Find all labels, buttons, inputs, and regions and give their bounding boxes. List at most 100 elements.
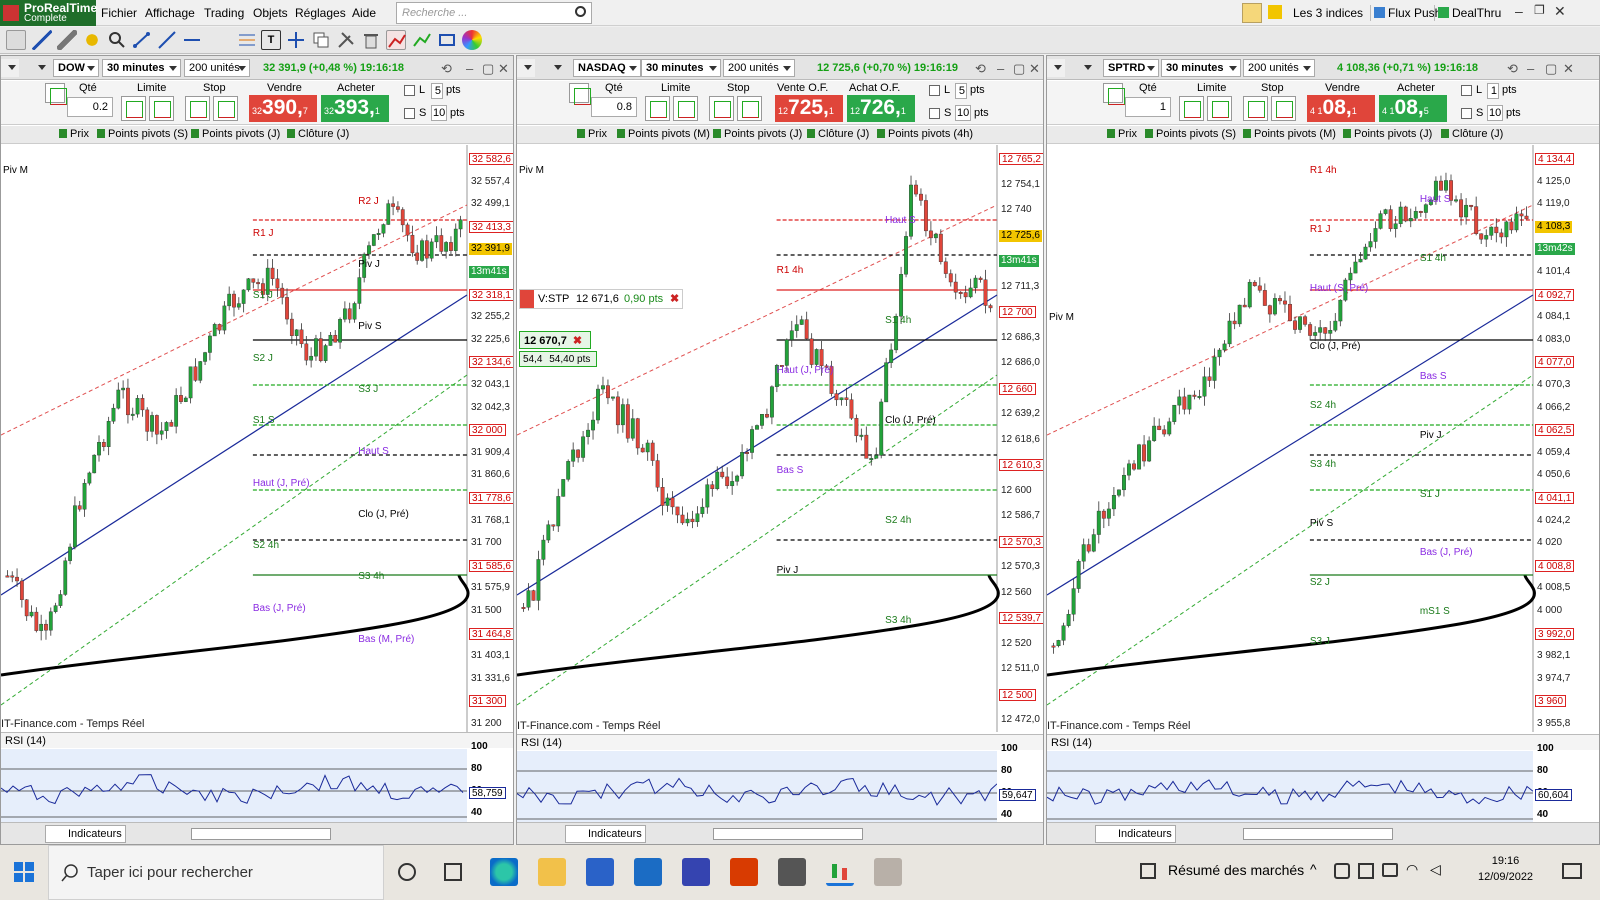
limit-sell-button[interactable] <box>149 96 174 121</box>
horizontal-line-icon[interactable] <box>182 30 202 50</box>
stop-sell-button[interactable] <box>1271 96 1296 121</box>
pts-l-input[interactable]: 5 <box>431 83 443 99</box>
indicator-pivots-4h[interactable]: Points pivots (4h) <box>877 128 973 140</box>
limit-buy-button[interactable] <box>121 96 146 121</box>
price-chart[interactable]: 32 582,6 32 557,4 32 499,1 32 413,3 32 391,9… <box>1 145 513 732</box>
sell-button[interactable]: 12725,1 <box>775 95 843 122</box>
system-clock[interactable]: 19:16 12/09/2022 <box>1478 855 1533 883</box>
hammer-icon[interactable] <box>1103 83 1125 105</box>
units-select[interactable]: 200 unités <box>184 59 250 77</box>
indices-menu[interactable]: Les 3 indices <box>1290 5 1366 21</box>
panel-close-button[interactable]: ✕ <box>498 61 509 77</box>
qty-input[interactable]: 0.2 <box>67 97 113 117</box>
stop-buy-button[interactable] <box>185 96 210 121</box>
period-select[interactable]: 30 minutes <box>102 59 181 77</box>
indicator-cloture[interactable]: Clôture (J) <box>1441 128 1503 140</box>
hammer-icon[interactable] <box>569 83 591 105</box>
pts-s-input[interactable]: 10 <box>1487 105 1503 121</box>
qty-input[interactable]: 1 <box>1125 97 1171 117</box>
indicator-cloture[interactable]: Clôture (J) <box>287 128 349 140</box>
stop-sell-button[interactable] <box>213 96 238 121</box>
tools-icon[interactable] <box>336 30 356 50</box>
prorealtime-window-icon[interactable] <box>874 858 902 886</box>
sell-button[interactable]: 32390,7 <box>249 95 317 122</box>
explorer-icon[interactable] <box>538 858 566 886</box>
symbol-select[interactable]: NASDAQ <box>573 59 641 77</box>
horizontal-scrollbar[interactable] <box>713 828 863 840</box>
position-level[interactable]: 12 670,7 ✖ <box>519 331 591 349</box>
taskbar-search[interactable]: Taper ici pour rechercher <box>48 845 384 900</box>
mail-icon[interactable] <box>634 858 662 886</box>
checkbox-s[interactable] <box>929 108 940 119</box>
indicator-pivots-s[interactable]: Points pivots (S) <box>1145 128 1236 140</box>
limit-sell-button[interactable] <box>673 96 698 121</box>
fibonacci-icon[interactable] <box>237 30 257 50</box>
ruler-icon[interactable] <box>57 30 77 50</box>
panel-minimize-button[interactable]: – <box>466 61 473 76</box>
indicator-pivots-m[interactable]: Points pivots (M) <box>1243 128 1336 140</box>
text-icon[interactable]: T <box>261 30 281 50</box>
rectangle-icon[interactable] <box>437 30 457 50</box>
pts-l-input[interactable]: 5 <box>955 83 967 99</box>
cancel-stop-icon[interactable]: ✖ <box>670 292 679 305</box>
units-select[interactable]: 200 unités <box>1243 59 1315 77</box>
buy-button[interactable]: 32393,1 <box>321 95 389 122</box>
line-icon[interactable] <box>157 30 177 50</box>
alarm-icon[interactable] <box>82 30 102 50</box>
symbol-select[interactable]: DOW <box>53 59 99 77</box>
color-picker-icon[interactable] <box>462 30 482 50</box>
indicator-pivots-m[interactable]: Points pivots (M) <box>617 128 710 140</box>
restore-button[interactable]: ❐ <box>1534 3 1545 17</box>
tray-app-icon[interactable] <box>1334 863 1350 879</box>
close-button[interactable]: ✕ <box>1554 3 1566 20</box>
indicators-button[interactable]: Indicateurs <box>45 825 126 843</box>
notification-icon[interactable] <box>1562 863 1582 879</box>
clock-icon[interactable] <box>1071 59 1095 77</box>
news-label[interactable]: Résumé des marchés <box>1168 862 1304 878</box>
office-icon[interactable] <box>730 858 758 886</box>
checkbox-s[interactable] <box>404 108 415 119</box>
calculator-icon[interactable] <box>778 858 806 886</box>
indicator-pivots-j[interactable]: Points pivots (J) <box>713 128 802 140</box>
indicator-pivots-j[interactable]: Points pivots (J) <box>1343 128 1432 140</box>
sync-icon[interactable]: ⟲ <box>1507 61 1518 77</box>
alert-icon[interactable] <box>1268 5 1282 19</box>
tray-battery-icon[interactable] <box>1382 863 1398 877</box>
qty-input[interactable]: 0.8 <box>591 97 637 117</box>
period-select[interactable]: 30 minutes <box>641 59 721 77</box>
panel-maximize-button[interactable]: ▢ <box>482 61 494 77</box>
copy-icon[interactable] <box>311 30 331 50</box>
indicators-button[interactable]: Indicateurs <box>565 825 646 843</box>
windows-start-icon[interactable] <box>14 862 34 882</box>
panel-minimize-button[interactable]: – <box>997 61 1004 76</box>
stop-sell-button[interactable] <box>737 96 762 121</box>
indicator-prix[interactable]: Prix <box>1107 128 1137 140</box>
clock-icon[interactable] <box>25 59 49 77</box>
panel-maximize-button[interactable]: ▢ <box>1013 61 1025 77</box>
units-select[interactable]: 200 unités <box>723 59 795 77</box>
edge-icon[interactable] <box>490 858 518 886</box>
menu-reglages[interactable]: Réglages <box>295 6 346 20</box>
clock-icon[interactable] <box>541 59 565 77</box>
store-icon[interactable] <box>586 858 614 886</box>
sync-icon[interactable]: ⟲ <box>441 61 452 77</box>
task-view-icon[interactable] <box>444 863 462 881</box>
cortana-icon[interactable] <box>398 863 416 881</box>
panel-icon[interactable] <box>1 59 19 77</box>
pts-s-input[interactable]: 10 <box>431 105 447 121</box>
checkbox-l[interactable] <box>1461 85 1472 96</box>
indicator-cloture[interactable]: Clôture (J) <box>807 128 869 140</box>
symbol-select[interactable]: SPTRD <box>1103 59 1159 77</box>
indicators-button[interactable]: Indicateurs <box>1095 825 1176 843</box>
panel-icon[interactable] <box>517 59 535 77</box>
menu-objets[interactable]: Objets <box>253 6 288 20</box>
price-chart[interactable]: 4 134,4 4 125,0 4 119,0 4 108,3 13m42s 4 101,… <box>1047 145 1599 732</box>
close-position-icon[interactable]: ✖ <box>573 335 582 347</box>
checkbox-l[interactable] <box>404 85 415 96</box>
trend-up-icon[interactable] <box>412 30 432 50</box>
buy-button[interactable]: 12726,1 <box>847 95 915 122</box>
wifi-icon[interactable]: ◠ <box>1406 861 1418 878</box>
panel-close-button[interactable]: ✕ <box>1029 61 1040 77</box>
dealthru-menu[interactable]: DealThru <box>1434 5 1504 21</box>
indicator-icon[interactable] <box>1242 3 1262 23</box>
